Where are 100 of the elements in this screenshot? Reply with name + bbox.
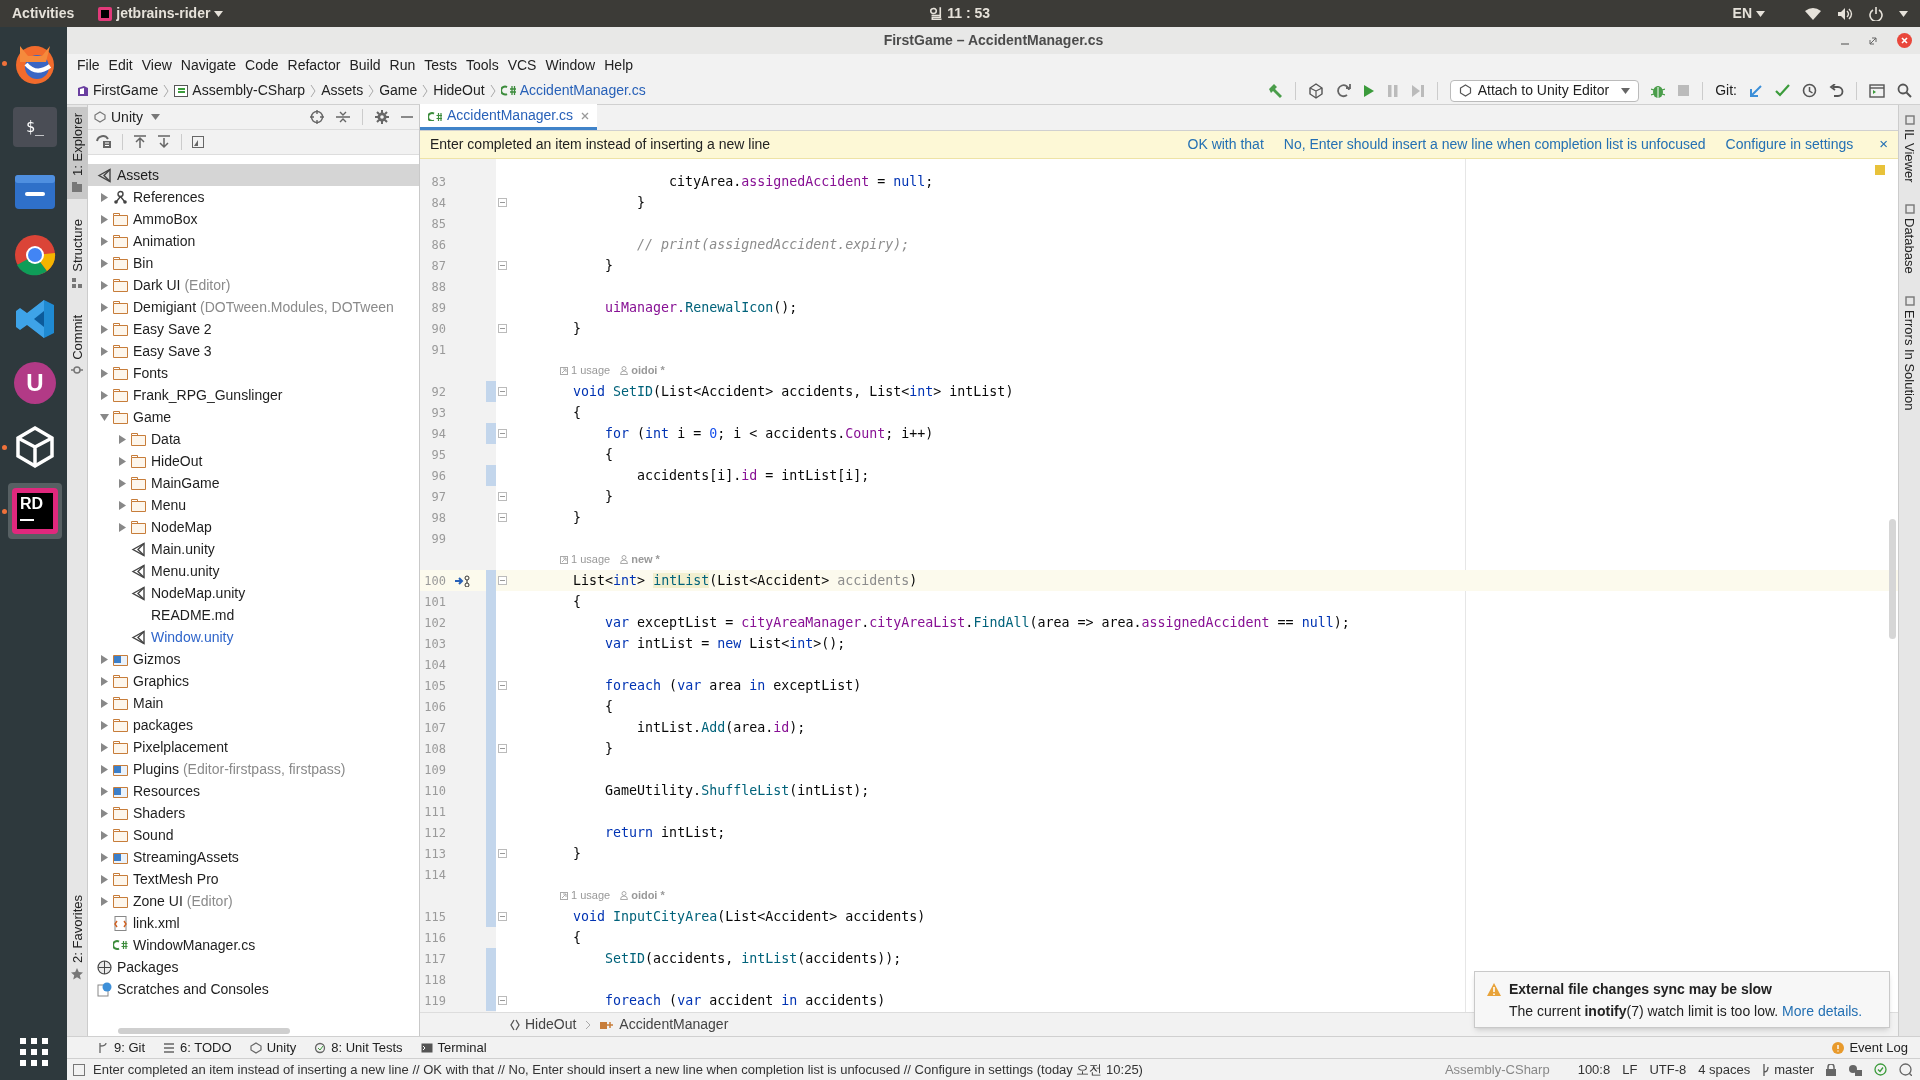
ribbon-icon[interactable] (13, 297, 57, 341)
clock[interactable]: 일 11 : 53 (929, 3, 991, 24)
lock-icon[interactable] (1826, 1063, 1836, 1076)
fold-icon[interactable] (498, 744, 507, 753)
notification-link[interactable]: No, Enter should insert a new line when completion list is unfocused (1283, 134, 1706, 155)
refresh-icon[interactable] (1335, 83, 1351, 98)
expand-arrow-icon[interactable] (100, 896, 108, 906)
menubar-entry[interactable]: View (137, 55, 176, 76)
app-grid-icon[interactable] (19, 1038, 48, 1066)
undo-icon[interactable] (1829, 83, 1844, 98)
expand-arrow-icon[interactable] (100, 874, 108, 884)
fold-icon[interactable] (498, 492, 507, 501)
tool-window-tab[interactable]: Commit (66, 308, 88, 383)
expand-arrow-icon[interactable] (100, 346, 108, 356)
tree-item[interactable]: Fonts (133, 362, 168, 384)
expand-down-icon[interactable] (157, 135, 171, 149)
tool-window-tab[interactable]: IL Viewer (1902, 115, 1917, 183)
status-item[interactable]: LF (1622, 1059, 1638, 1080)
run-configuration-dropdown[interactable]: Attach to Unity Editor (1449, 79, 1640, 102)
cube-icon[interactable] (13, 425, 57, 469)
fold-icon[interactable] (498, 912, 507, 921)
tree-item[interactable]: Scratches and Consoles (117, 978, 269, 1000)
branch-widget[interactable]: master (1762, 1059, 1814, 1080)
tree-item[interactable]: Plugins (133, 758, 179, 780)
fold-icon[interactable] (498, 261, 507, 270)
tree-item[interactable]: Zone UI (133, 890, 183, 912)
change-marker[interactable] (486, 990, 496, 1011)
expand-arrow-icon[interactable] (100, 324, 108, 334)
tricolor-circle-icon[interactable] (13, 233, 57, 277)
filter-icon[interactable] (96, 135, 112, 149)
tree-item[interactable]: Assets (117, 164, 159, 186)
app-menu[interactable]: jetbrains-rider (98, 3, 224, 24)
terminal-app-icon[interactable]: $_ (13, 107, 57, 147)
breadcrumb[interactable]: Assets (319, 80, 366, 101)
fold-icon[interactable] (498, 576, 507, 585)
expand-arrow-icon[interactable] (100, 742, 108, 752)
expand-arrow-icon[interactable] (100, 390, 108, 400)
status-item[interactable]: UTF-8 (1649, 1059, 1687, 1080)
tool-window-tab[interactable]: 8: Unit Tests (314, 1037, 403, 1058)
tree-item[interactable]: NodeMap.unity (151, 582, 246, 604)
fold-icon[interactable] (498, 849, 507, 858)
expand-arrow-icon[interactable] (100, 236, 108, 246)
fold-icon[interactable] (498, 198, 507, 207)
tree-item[interactable]: Animation (133, 230, 196, 252)
update-arrow-icon[interactable] (1749, 83, 1763, 98)
change-marker[interactable] (486, 570, 496, 591)
breadcrumb[interactable]: FirstGame (75, 80, 161, 101)
menubar-entry[interactable]: Refactor (283, 55, 345, 76)
tree-item[interactable]: TextMesh Pro (133, 868, 219, 890)
status-item[interactable]: 100:8 (1577, 1059, 1611, 1080)
terminal-window-icon[interactable] (1869, 83, 1885, 98)
menubar-entry[interactable]: Navigate (176, 55, 241, 76)
rd-app-icon[interactable]: RD (12, 488, 58, 534)
tree-item[interactable]: packages (133, 714, 193, 736)
tool-window-tab[interactable]: 2: Favorites (66, 889, 88, 986)
tool-window-tab[interactable]: Structure (66, 212, 88, 295)
tree-item[interactable]: Graphics (133, 670, 190, 692)
scrollbar-thumb[interactable] (118, 1028, 290, 1034)
panel-toggle-icon[interactable] (73, 1063, 85, 1076)
notification-link[interactable]: OK with that (1187, 134, 1264, 155)
change-marker[interactable] (486, 423, 496, 444)
tree-item[interactable]: README.md (151, 604, 235, 626)
tree-item[interactable]: Resources (133, 780, 200, 802)
tool-window-tab[interactable]: 9: Git (97, 1037, 146, 1058)
editor-tab[interactable]: AccidentManager.cs (420, 104, 598, 130)
tree-item[interactable]: WindowManager.cs (133, 934, 256, 956)
menubar-entry[interactable]: Tests (420, 55, 461, 76)
close-button[interactable]: × (1879, 133, 1888, 156)
preview-icon[interactable] (192, 136, 204, 148)
tool-window-tab[interactable]: Terminal (420, 1037, 487, 1058)
wifi-icon[interactable] (1805, 7, 1821, 20)
notifications-icon[interactable] (1899, 1063, 1912, 1076)
commit-check-icon[interactable] (1775, 84, 1790, 97)
settings-icon[interactable] (375, 110, 389, 124)
tree-item[interactable]: Demigiant (133, 296, 197, 318)
menubar-entry[interactable]: Run (385, 55, 420, 76)
expand-arrow-icon[interactable] (100, 830, 108, 840)
fold-icon[interactable] (498, 429, 507, 438)
expand-arrow-icon[interactable] (100, 280, 108, 290)
fold-icon[interactable] (498, 996, 507, 1005)
tree-item[interactable]: Shaders (133, 802, 186, 824)
tool-window-tab[interactable]: 1: Explorer (66, 107, 88, 199)
tree-item[interactable]: Easy Save 3 (133, 340, 212, 362)
menubar-entry[interactable]: Tools (461, 55, 503, 76)
collapse-arrow-icon[interactable] (99, 413, 109, 421)
expand-arrow-icon[interactable] (100, 192, 108, 202)
expand-arrow-icon[interactable] (100, 786, 108, 796)
menubar-entry[interactable]: File (73, 55, 104, 76)
expand-arrow-icon[interactable] (100, 698, 108, 708)
collapse-icon[interactable] (336, 110, 350, 124)
tree-item[interactable]: Main.unity (151, 538, 215, 560)
fold-icon[interactable] (498, 387, 507, 396)
expand-arrow-icon[interactable] (100, 764, 108, 774)
breadcrumb[interactable]: Assembly-CSharp (172, 80, 308, 101)
breadcrumb[interactable]: AccidentManager.cs (498, 80, 648, 101)
event-log-tab[interactable]: Event Log (1832, 1037, 1908, 1058)
tree-item[interactable]: Easy Save 2 (133, 318, 212, 340)
hammer-icon[interactable] (1266, 82, 1283, 99)
expand-arrow-icon[interactable] (100, 258, 108, 268)
locate-icon[interactable] (310, 110, 324, 124)
